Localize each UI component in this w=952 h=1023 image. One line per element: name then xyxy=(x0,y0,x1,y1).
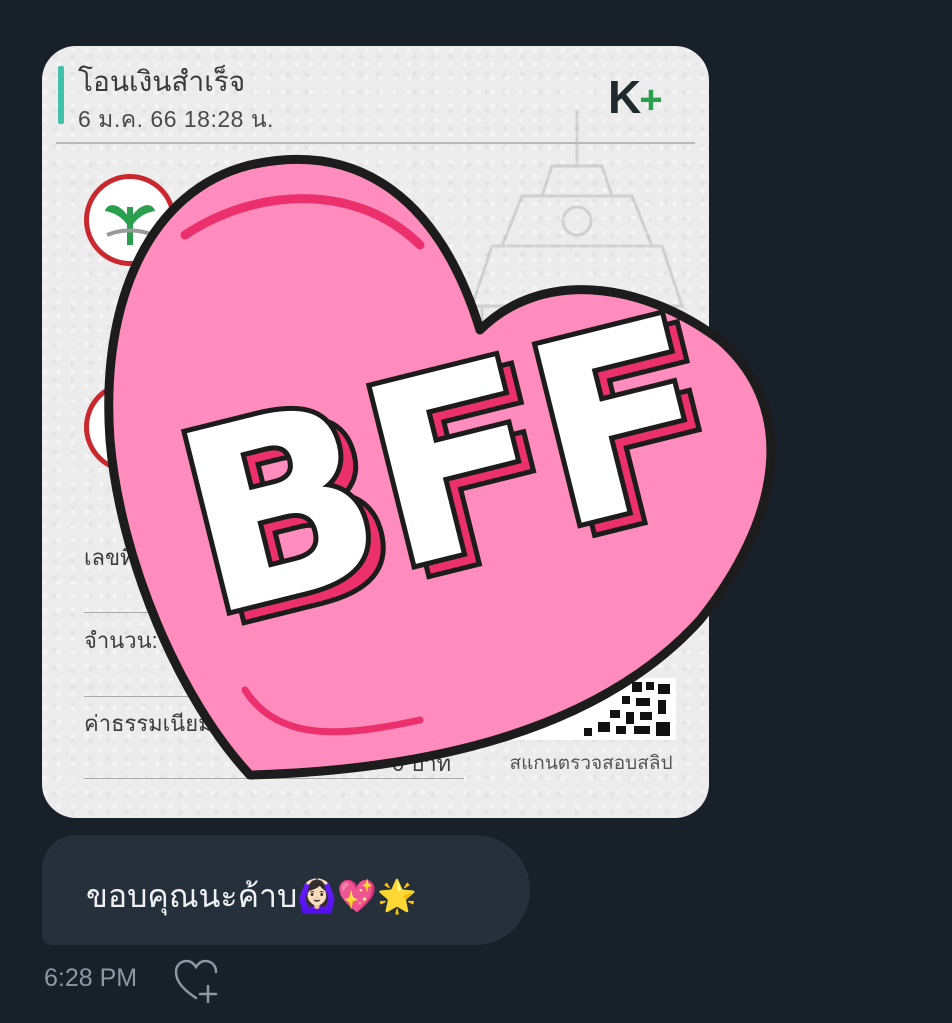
message-bubble[interactable]: ขอบคุณนะค้าบ🙆🏻‍♀️💖🌟 xyxy=(42,835,530,945)
slip-divider xyxy=(56,142,695,144)
kplus-logo-plus: + xyxy=(639,78,662,122)
field-divider xyxy=(84,612,464,613)
slip-date: 6 ม.ค. 66 18:28 น. xyxy=(78,106,274,132)
chat-canvas: โอนเงินสำเร็จ 6 ม.ค. 66 18:28 น. K+ เลขท… xyxy=(0,0,952,1023)
slip-accent-bar xyxy=(58,66,64,124)
field-divider xyxy=(84,778,464,779)
message-timestamp: 6:28 PM xyxy=(44,964,138,992)
ref-label: เลขที่ xyxy=(84,545,135,570)
watermark-building xyxy=(469,111,685,406)
receiver-bank-logo xyxy=(84,381,176,473)
field-divider xyxy=(84,696,464,697)
kplus-logo-k: K xyxy=(608,71,641,123)
kbank-leaf-icon xyxy=(105,205,155,246)
amount-label: จำนวน: xyxy=(84,628,158,653)
scan-verify-label: สแกนตรวจสอบสลิป xyxy=(509,753,673,774)
fee-value: 0 บาท xyxy=(392,751,452,776)
kplus-logo: K+ xyxy=(608,70,663,124)
heart-add-icon[interactable] xyxy=(170,956,222,1004)
sender-bank-logo xyxy=(84,174,176,266)
fee-label: ค่าธรรมเนียม xyxy=(84,711,213,736)
transfer-slip-image[interactable]: โอนเงินสำเร็จ 6 ม.ค. 66 18:28 น. K+ เลขท… xyxy=(42,46,709,818)
qr-code-icon xyxy=(512,678,676,740)
message-text: ขอบคุณนะค้าบ🙆🏻‍♀️💖🌟 xyxy=(86,878,417,914)
slip-title: โอนเงินสำเร็จ xyxy=(78,66,246,97)
